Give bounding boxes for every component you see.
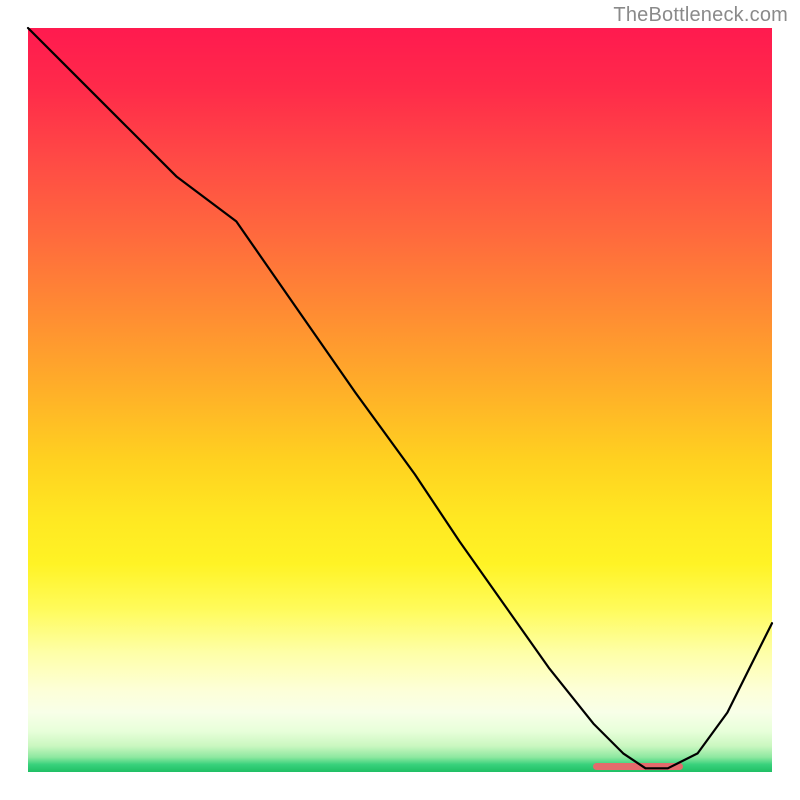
plot-area — [28, 28, 772, 772]
watermark-text: TheBottleneck.com — [613, 4, 788, 27]
curve-svg — [28, 28, 772, 772]
bottleneck-curve — [28, 28, 772, 768]
chart-container: TheBottleneck.com — [0, 0, 800, 800]
